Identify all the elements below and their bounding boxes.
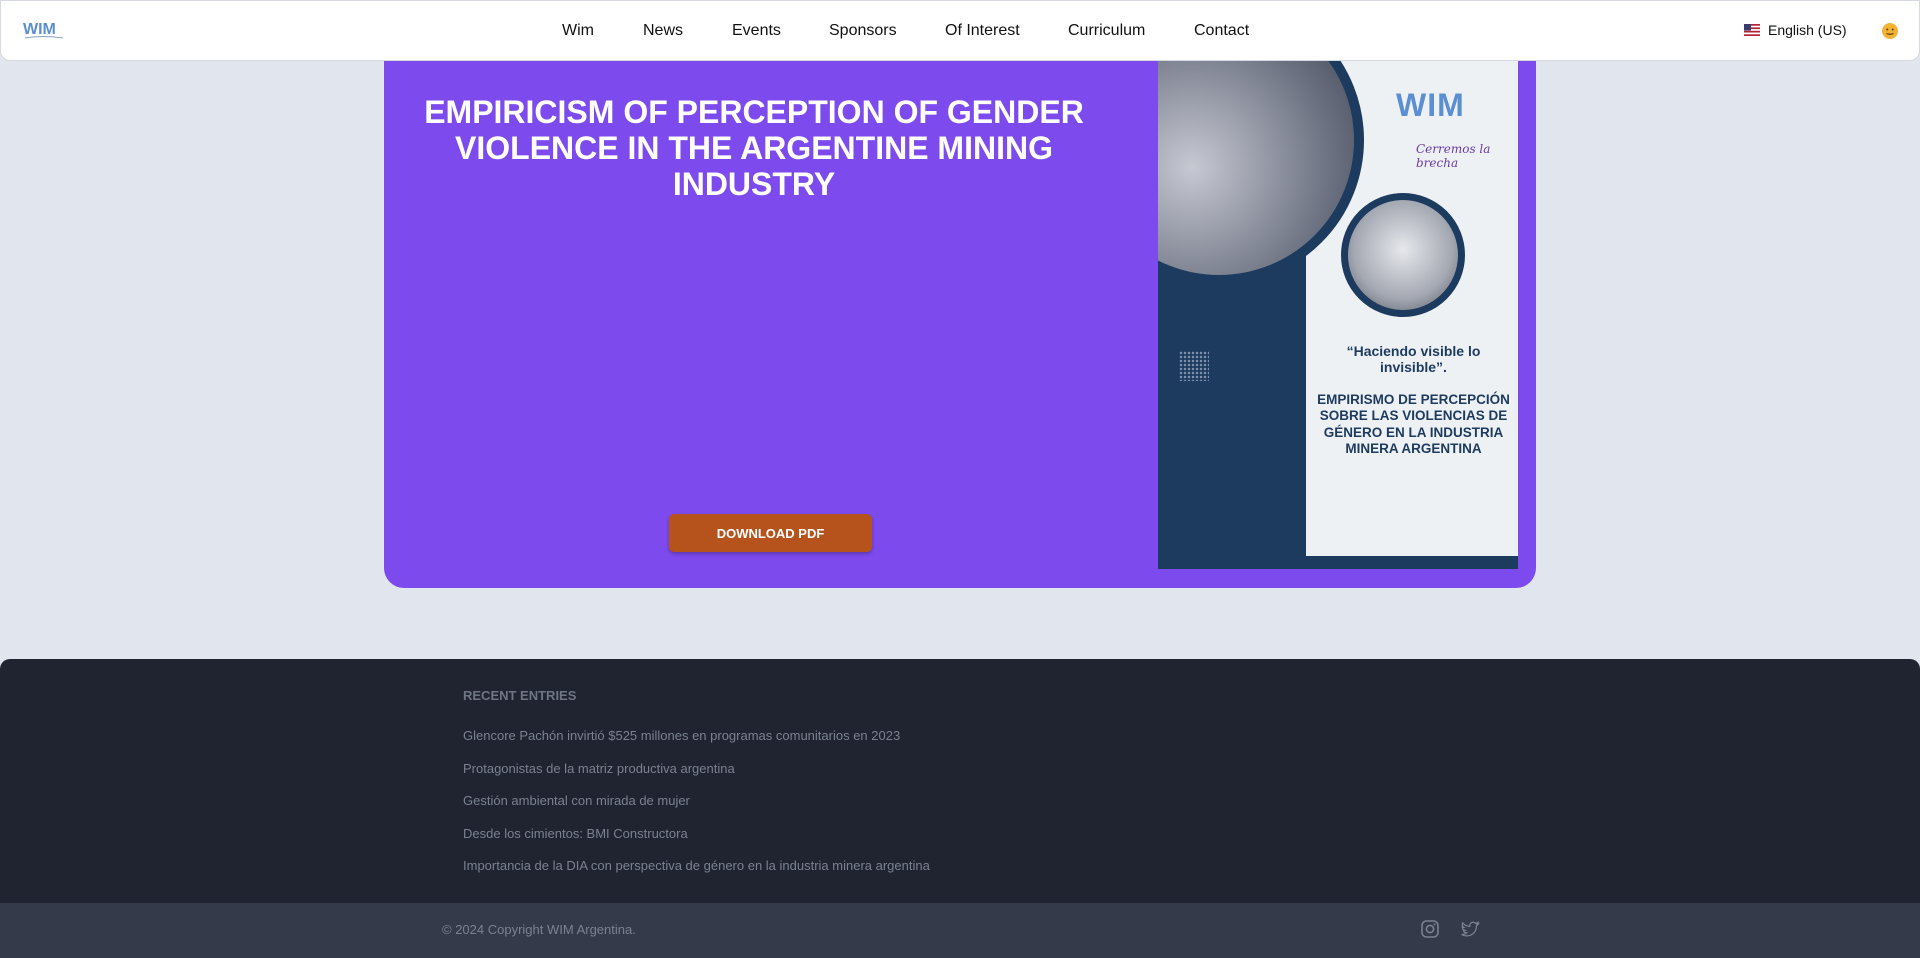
main-nav: Wim News Events Sponsors Of Interest Cur… xyxy=(1,1,1920,62)
recent-entry-link[interactable]: Desde los cimientos: BMI Constructora xyxy=(463,826,930,859)
recent-entry-link[interactable]: Protagonistas de la matriz productiva ar… xyxy=(463,761,930,794)
nav-sponsors[interactable]: Sponsors xyxy=(829,22,897,40)
cover-tagline: Cerremos la brecha xyxy=(1416,142,1491,170)
theme-toggle-icon[interactable] xyxy=(1881,22,1899,40)
copyright-text: © 2024 Copyright WIM Argentina. xyxy=(442,922,636,937)
download-pdf-button[interactable]: DOWNLOAD PDF xyxy=(669,514,872,552)
cover-quote: “Haciendo visible lo invisible”. xyxy=(1346,343,1481,375)
dots-pattern xyxy=(1179,351,1209,381)
recent-entries-heading: RECENT ENTRIES xyxy=(463,688,577,703)
nav-curriculum[interactable]: Curriculum xyxy=(1068,22,1145,40)
nav-contact[interactable]: Contact xyxy=(1194,22,1249,40)
recent-entry-link[interactable]: Importancia de la DIA con perspectiva de… xyxy=(463,858,930,891)
language-label: English (US) xyxy=(1768,22,1847,38)
top-header: WIM Wim News Events Sponsors Of Interest… xyxy=(0,0,1920,61)
recent-entries-list: Glencore Pachón invirtió $525 millones e… xyxy=(463,728,930,891)
us-flag-icon xyxy=(1744,24,1760,36)
recent-entry-link[interactable]: Glencore Pachón invirtió $525 millones e… xyxy=(463,728,930,761)
site-footer: RECENT ENTRIES Glencore Pachón invirtió … xyxy=(0,659,1920,958)
cover-title: EMPIRISMO DE PERCEPCIÓN SOBRE LAS VIOLEN… xyxy=(1317,392,1510,456)
footer-bottom-bar: © 2024 Copyright WIM Argentina. xyxy=(0,903,1920,958)
language-selector[interactable]: English (US) xyxy=(1744,22,1847,38)
page-title: EMPIRICISM OF PERCEPTION OF GENDER VIOLE… xyxy=(424,94,1084,202)
nav-events[interactable]: Events xyxy=(732,22,781,40)
twitter-icon[interactable] xyxy=(1460,919,1481,939)
report-cover-image: WIM Cerremos la brecha “Haciendo visible… xyxy=(1158,61,1518,569)
nav-of-interest[interactable]: Of Interest xyxy=(945,22,1020,40)
nav-news[interactable]: News xyxy=(643,22,683,40)
nav-wim[interactable]: Wim xyxy=(562,22,594,40)
hero-card: EMPIRICISM OF PERCEPTION OF GENDER VIOLE… xyxy=(384,40,1536,588)
cover-logo: WIM xyxy=(1396,87,1465,123)
hand-photo xyxy=(1341,193,1465,317)
recent-entry-link[interactable]: Gestión ambiental con mirada de mujer xyxy=(463,793,930,826)
instagram-icon[interactable] xyxy=(1420,919,1440,939)
